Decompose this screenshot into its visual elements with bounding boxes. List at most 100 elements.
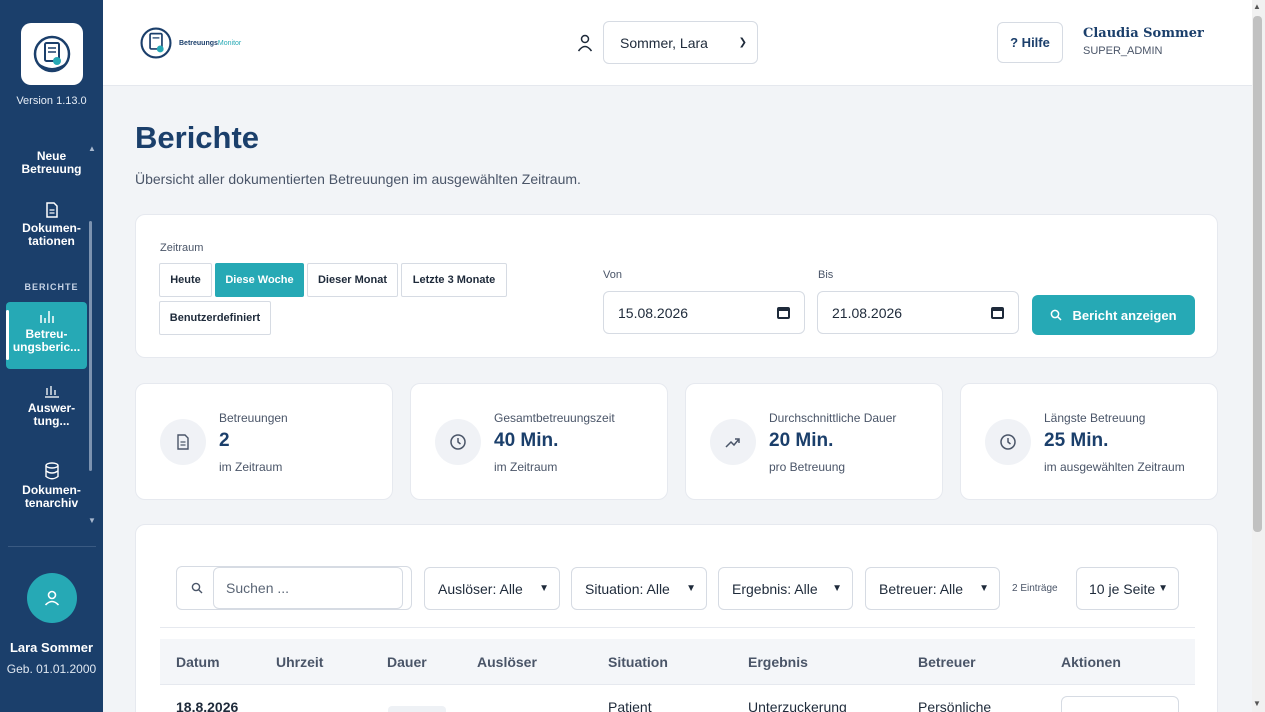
database-icon: [44, 462, 59, 480]
patient-select-value: Sommer, Lara: [620, 34, 708, 51]
column-header-datum[interactable]: Datum: [176, 654, 220, 670]
stat-icon-wrap: [435, 419, 481, 465]
page-size-value: 10 je Seite: [1089, 580, 1156, 597]
bar-chart-icon: [39, 311, 54, 323]
top-header: BetreuungsMonitor Sommer, Lara ❯ ? Hilfe…: [103, 0, 1252, 86]
sidebar-item-betreuungsberichte[interactable]: Betreu-ungsberic...: [6, 302, 87, 369]
sidebar-item-auswertung[interactable]: Auswer-tung...: [0, 384, 103, 428]
stat-label: Gesamtbetreuungszeit: [494, 411, 615, 425]
user-icon: [44, 590, 60, 606]
header-logo[interactable]: BetreuungsMonitor: [139, 26, 241, 60]
user-role: SUPER_ADMIN: [1083, 45, 1163, 57]
sidebar-item-neue-betreuung[interactable]: Neue Betreuung: [0, 150, 103, 176]
column-header-ergebnis[interactable]: Ergebnis: [748, 654, 808, 670]
range-button-letzte-3-monate[interactable]: Letzte 3 Monate: [401, 263, 507, 297]
zeitraum-label: Zeitraum: [160, 242, 204, 254]
sidebar-item-label: Dokumen-tenarchiv: [22, 483, 81, 510]
filter-ausloeser[interactable]: Auslöser: Alle ▼: [424, 567, 560, 610]
stat-label: Längste Betreuung: [1044, 411, 1146, 425]
patient-name: Lara Sommer: [9, 640, 94, 655]
avatar[interactable]: [27, 573, 77, 623]
stat-sub: im ausgewählten Zeitraum: [1044, 460, 1185, 474]
range-button-diese-woche[interactable]: Diese Woche: [215, 263, 304, 297]
range-button-dieser-monat[interactable]: Dieser Monat: [307, 263, 398, 297]
cell-ergebnis: Unterzuckerung: [748, 699, 847, 712]
table-card: Suchen ... Auslöser: Alle ▼ Situation: A…: [135, 524, 1218, 712]
sidebar-item-dokumentationen[interactable]: Dokumen-tationen: [0, 202, 103, 248]
cell-situation: Patient: [608, 699, 652, 712]
logo-icon: [33, 35, 71, 73]
app-version: Version 1.13.0: [16, 95, 87, 107]
filter-ergebnis[interactable]: Ergebnis: Alle ▼: [718, 567, 853, 610]
stat-card-durchschnitt: Durchschnittliche Dauer 20 Min. pro Betr…: [685, 383, 943, 500]
filter-situation-value: Situation: Alle: [585, 580, 670, 597]
current-user[interactable]: Claudia Sommer SUPER_ADMIN: [1083, 26, 1204, 57]
sidebar-item-label: Neue Betreuung: [21, 149, 82, 176]
divider: [160, 627, 1195, 628]
bis-date-input[interactable]: 21.08.2026: [817, 291, 1019, 334]
divider: [8, 546, 96, 547]
column-header-betreuer[interactable]: Betreuer: [918, 654, 976, 670]
row-action-button[interactable]: [1061, 696, 1179, 712]
filter-card: Zeitraum Heute Diese Woche Dieser Monat …: [135, 214, 1218, 358]
chevron-down-icon: ❯: [738, 37, 747, 48]
trend-up-icon: [725, 438, 740, 448]
logo-text: BetreuungsMonitor: [179, 39, 242, 47]
cell-datum: 18.8.2026: [176, 699, 239, 712]
cell-betreuer: Persönliche: [918, 699, 992, 712]
column-header-situation[interactable]: Situation: [608, 654, 668, 670]
sidebar-item-dokumentenarchiv[interactable]: Dokumen-tenarchiv: [0, 462, 103, 510]
stat-icon-wrap: [985, 419, 1031, 465]
stat-card-betreuungen: Betreuungen 2 im Zeitraum: [135, 383, 393, 500]
search-input[interactable]: Suchen ...: [213, 567, 403, 609]
table-header: Datum Uhrzeit Dauer Auslöser Situation E…: [160, 639, 1195, 685]
calendar-icon[interactable]: [991, 306, 1004, 319]
von-date-input[interactable]: 15.08.2026: [603, 291, 805, 334]
user-name: Claudia Sommer: [1083, 26, 1204, 41]
sidebar-item-label: Dokumen-tationen: [22, 221, 81, 248]
scroll-down-chevron-icon[interactable]: ▼: [88, 516, 96, 525]
page-title: Berichte: [135, 120, 260, 155]
patient-select[interactable]: Sommer, Lara ❯: [603, 21, 758, 64]
sidebar-section-berichte: BERICHTE: [24, 282, 79, 292]
range-button-benutzerdefiniert[interactable]: Benutzerdefiniert: [159, 301, 271, 335]
stat-value: 40 Min.: [494, 430, 559, 451]
chevron-down-icon: ▼: [979, 583, 989, 594]
help-button[interactable]: ? Hilfe: [997, 22, 1063, 63]
filter-betreuer-value: Betreuer: Alle: [879, 580, 964, 597]
scroll-up-arrow-icon[interactable]: ▲: [1253, 2, 1261, 11]
bis-label: Bis: [818, 269, 834, 281]
search-icon: [191, 582, 203, 594]
search-icon: [1051, 309, 1063, 321]
page-subtitle: Übersicht aller dokumentierten Betreuung…: [135, 171, 581, 187]
show-report-button[interactable]: Bericht anzeigen: [1032, 295, 1195, 335]
filter-ergebnis-value: Ergebnis: Alle: [732, 580, 818, 597]
column-header-ausloeser[interactable]: Auslöser: [477, 654, 537, 670]
filter-betreuer[interactable]: Betreuer: Alle ▼: [865, 567, 1000, 610]
duration-badge: [388, 706, 446, 712]
chevron-down-icon: ▼: [686, 583, 696, 594]
entry-count: 2 Einträge: [1012, 583, 1058, 594]
filter-situation[interactable]: Situation: Alle ▼: [571, 567, 707, 610]
scroll-down-arrow-icon[interactable]: ▼: [1253, 699, 1261, 708]
calendar-icon[interactable]: [777, 306, 790, 319]
stat-label: Betreuungen: [219, 411, 288, 425]
column-header-uhrzeit[interactable]: Uhrzeit: [276, 654, 323, 670]
stat-sub: pro Betreuung: [769, 460, 846, 474]
sidebar-scrollbar[interactable]: [89, 221, 92, 471]
active-indicator: [6, 310, 9, 360]
page-size-select[interactable]: 10 je Seite ▼: [1076, 567, 1179, 610]
app-logo[interactable]: [21, 23, 83, 85]
window-scrollbar-thumb[interactable]: [1253, 16, 1262, 532]
patient-birthdate: Geb. 01.01.2000: [6, 662, 97, 676]
stat-label: Durchschnittliche Dauer: [769, 411, 897, 425]
stat-value: 25 Min.: [1044, 430, 1109, 451]
chevron-down-icon: ▼: [539, 583, 549, 594]
bis-date-value: 21.08.2026: [832, 304, 903, 321]
document-icon: [45, 202, 58, 218]
range-button-heute[interactable]: Heute: [159, 263, 212, 297]
document-icon: [177, 434, 189, 450]
clock-icon: [450, 434, 466, 450]
column-header-dauer[interactable]: Dauer: [387, 654, 427, 670]
von-label: Von: [603, 269, 622, 281]
